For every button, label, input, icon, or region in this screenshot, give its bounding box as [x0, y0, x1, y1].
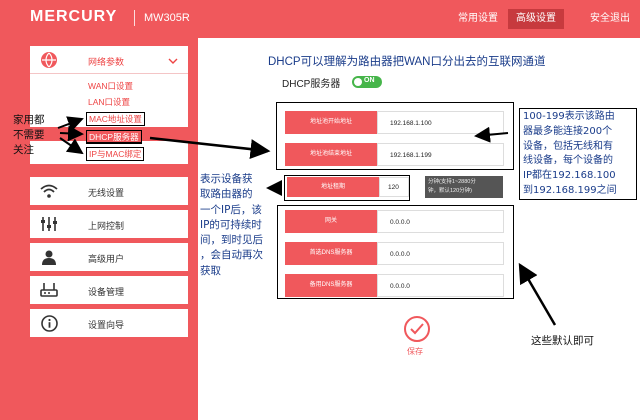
annotation-arrows — [57, 116, 557, 326]
watermark: 头条号 / 评测大仁 — [506, 401, 593, 413]
